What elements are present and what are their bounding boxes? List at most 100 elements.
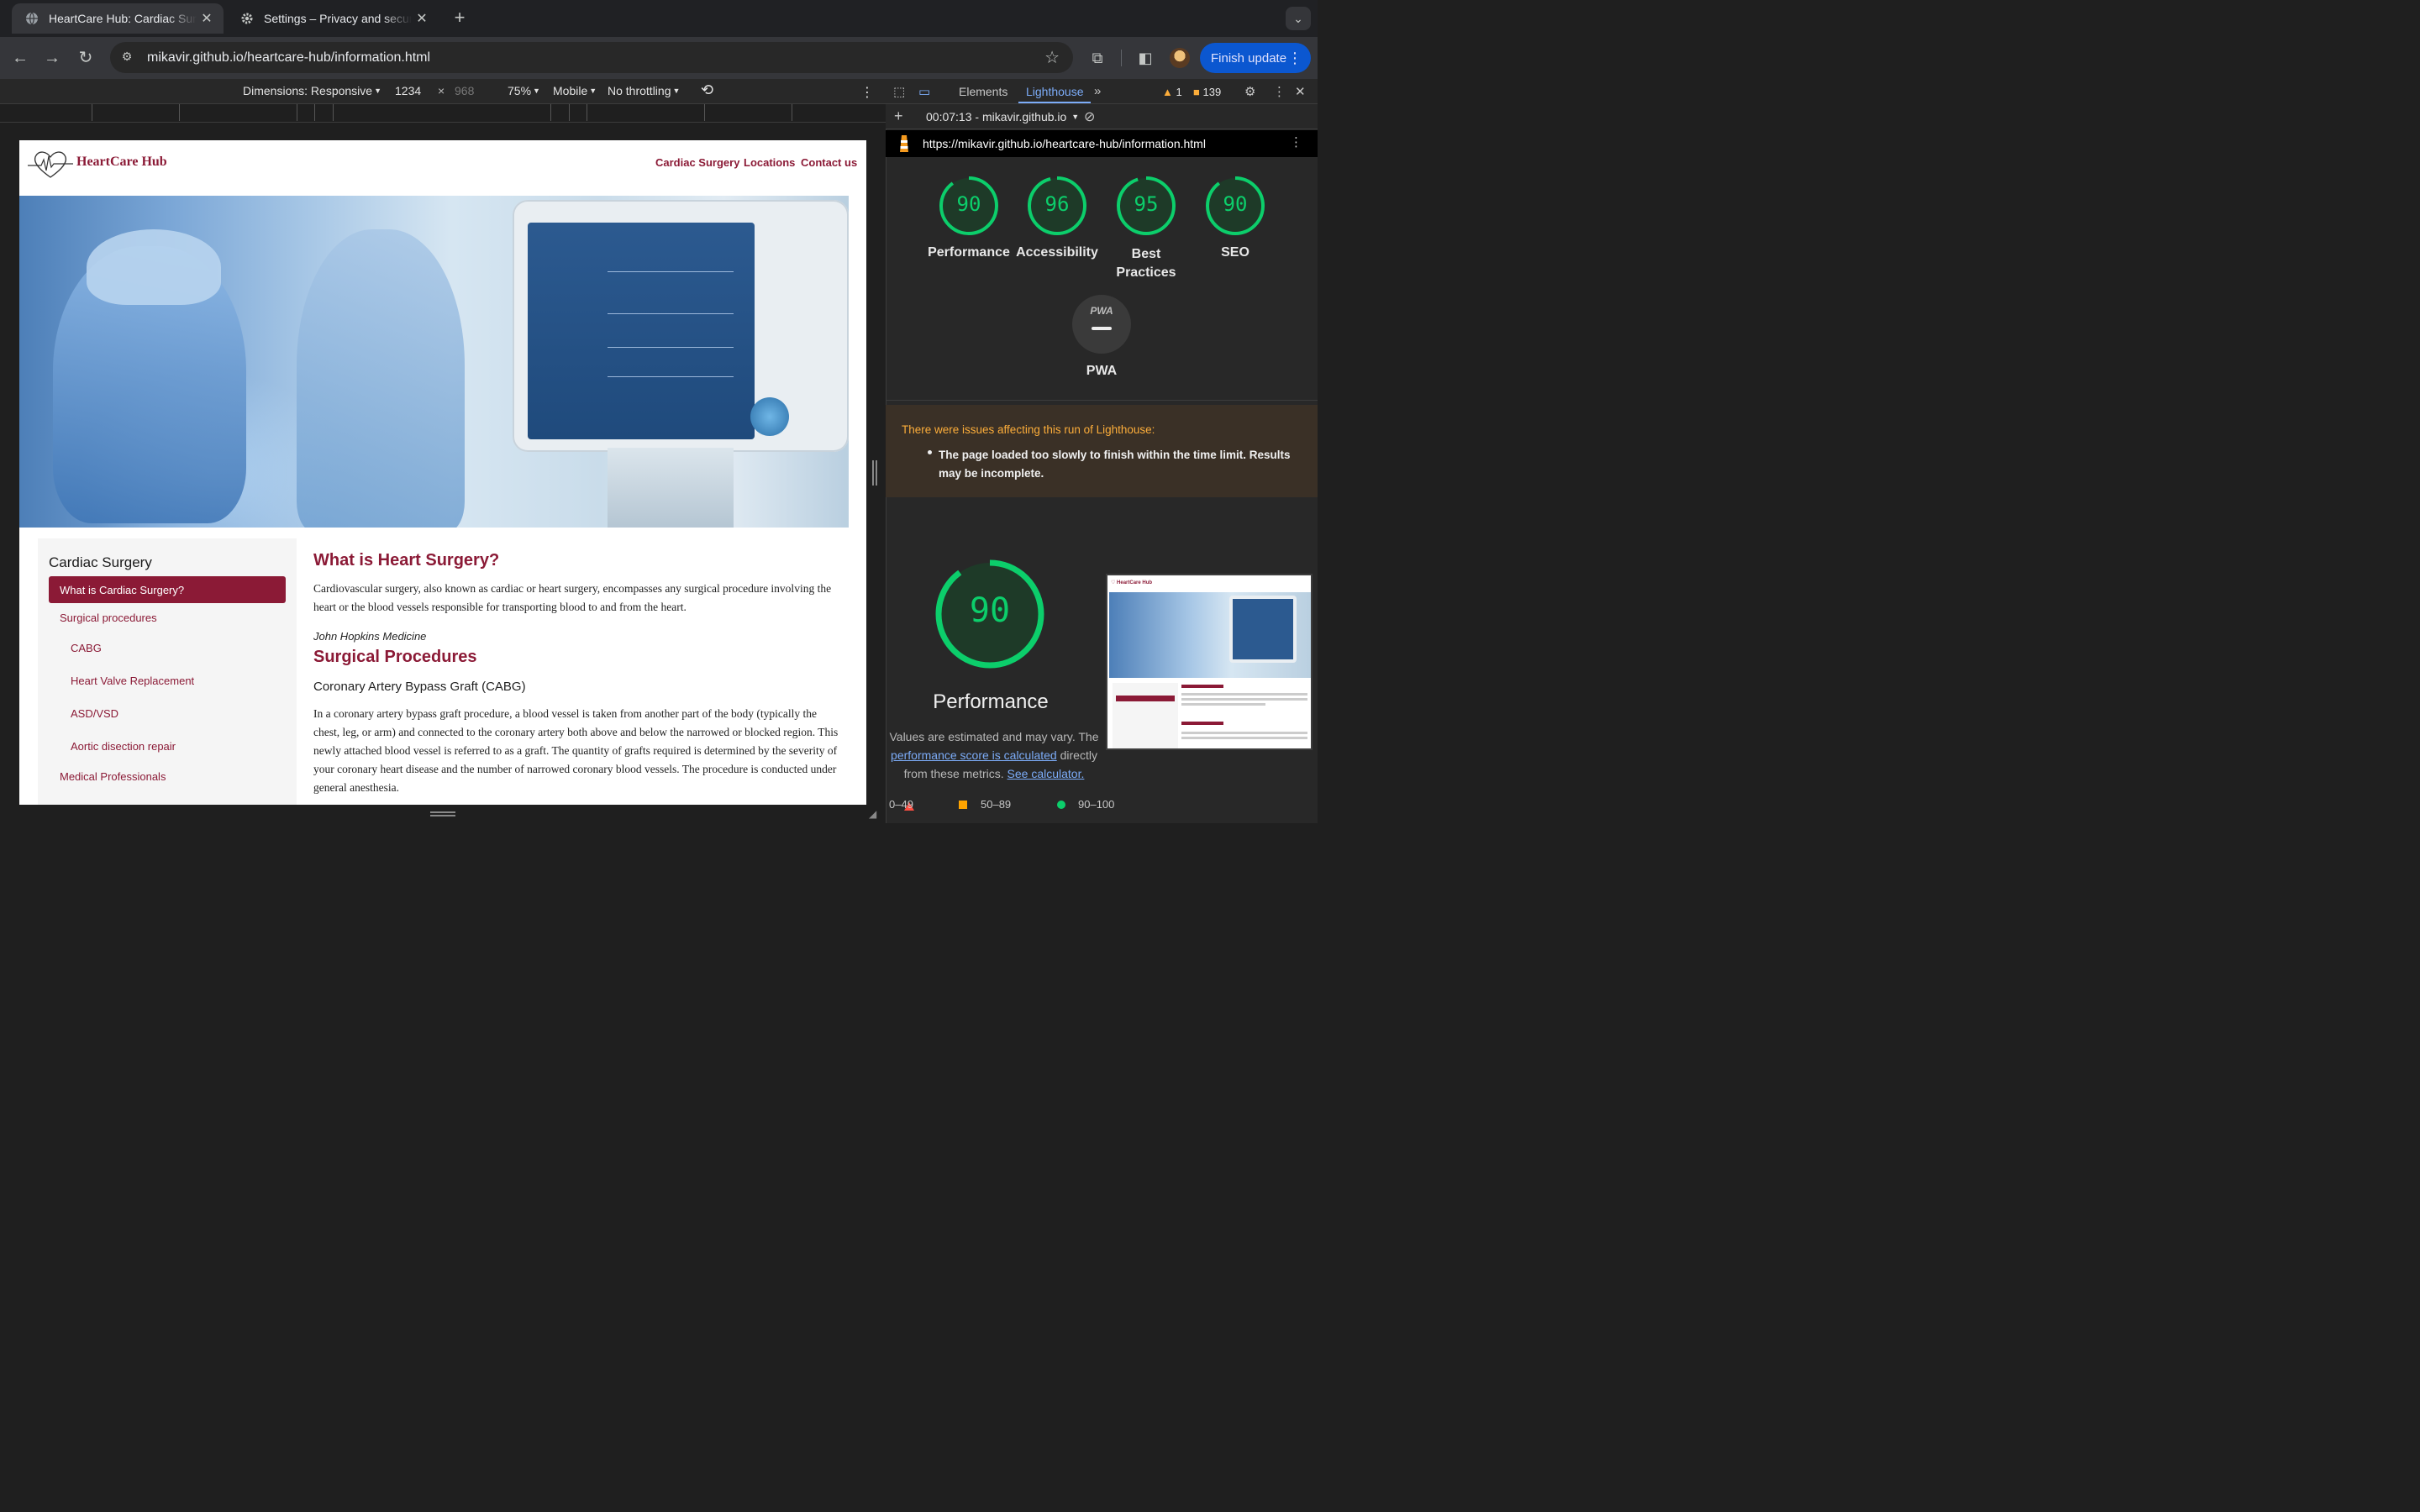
sidebar-item-asd-vsd[interactable]: ASD/VSD xyxy=(71,707,118,720)
site-brand[interactable]: HeartCare Hub xyxy=(76,155,167,170)
tab-heartcare[interactable]: HeartCare Hub: Cardiac Surgery ✕ xyxy=(12,3,224,34)
zoom-select[interactable]: 75% ▼ xyxy=(508,84,540,97)
tab-settings[interactable]: Settings – Privacy and security ✕ xyxy=(227,3,439,34)
nav-link-contact[interactable]: Contact us xyxy=(801,156,857,169)
new-tab-icon[interactable]: + xyxy=(450,8,469,27)
score-value: 90 xyxy=(956,192,981,216)
score-label: Best Practices xyxy=(1116,247,1176,280)
pwa-label: PWA xyxy=(1086,364,1118,378)
page-screenshot-thumbnail[interactable]: ♡ HeartCare Hub xyxy=(1106,574,1313,750)
bullet-icon xyxy=(928,450,932,454)
issue-icon: ■ xyxy=(1193,86,1200,98)
more-vert-icon[interactable]: ⋮ xyxy=(1273,84,1286,99)
media-query-ruler xyxy=(0,104,886,123)
tab-elements[interactable]: Elements xyxy=(959,85,1007,98)
score-calculated-link[interactable]: performance score is calculated xyxy=(891,748,1057,762)
inspect-icon[interactable]: ⬚ xyxy=(893,84,905,99)
avatar[interactable] xyxy=(1170,48,1190,68)
tab-search-icon[interactable]: ⌄ xyxy=(1286,7,1311,30)
forward-arrow-icon[interactable]: → xyxy=(41,47,63,69)
caret-down-icon: ▼ xyxy=(672,87,681,95)
nav-link-cardiac-surgery[interactable]: Cardiac Surgery xyxy=(655,156,739,169)
extensions-icon[interactable]: ⧉ xyxy=(1088,49,1107,67)
site-info-icon[interactable]: ⚙ xyxy=(118,50,135,66)
score-label: SEO xyxy=(1221,245,1249,260)
width-input[interactable]: 1234 xyxy=(395,84,421,97)
close-icon[interactable]: ✕ xyxy=(412,10,432,27)
more-vert-icon[interactable]: ⋮ xyxy=(860,84,874,101)
pwa-dash-icon xyxy=(1092,327,1112,330)
device-toggle-icon[interactable]: ▭ xyxy=(918,84,930,99)
score-label: Accessibility xyxy=(1016,245,1098,260)
report-url[interactable]: https://mikavir.github.io/heartcare-hub/… xyxy=(923,137,1206,150)
active-tab-indicator xyxy=(1018,102,1091,103)
article-citation: John Hopkins Medicine xyxy=(313,630,427,643)
throttling-label: No throttling xyxy=(608,84,671,97)
report-select-label: 00:07:13 - mikavir.github.io xyxy=(926,110,1067,123)
ruler-tick xyxy=(179,104,180,121)
sidebar-item-aortic[interactable]: Aortic disection repair xyxy=(71,740,176,753)
pass-circle-icon xyxy=(1057,801,1065,809)
issues-count: 139 xyxy=(1202,86,1222,98)
zoom-label: 75% xyxy=(508,84,532,97)
more-tabs-icon[interactable]: » xyxy=(1094,84,1101,98)
legend-average: 50–89 xyxy=(981,798,1012,811)
issues-title: There were issues affecting this run of … xyxy=(902,423,1155,436)
height-input[interactable]: 968 xyxy=(455,84,474,97)
performance-note: Values are estimated and may vary. The p… xyxy=(886,727,1102,783)
tab-title: Settings – Privacy and security xyxy=(264,12,412,25)
more-vert-icon: ⋮ xyxy=(1287,49,1302,66)
corner-resize-icon[interactable]: ◢ xyxy=(869,808,876,820)
sidebar-item-cabg[interactable]: CABG xyxy=(71,642,102,654)
report-select[interactable]: 00:07:13 - mikavir.github.io ▼ xyxy=(926,110,1079,123)
reload-icon[interactable]: ↻ xyxy=(75,47,97,69)
device-type-label: Mobile xyxy=(553,84,588,97)
globe-icon xyxy=(25,12,39,25)
close-devtools-icon[interactable]: ✕ xyxy=(1295,84,1306,99)
sidebar-item-surgical-procedures[interactable]: Surgical procedures xyxy=(60,612,157,624)
score-value: 90 xyxy=(1223,192,1248,216)
dimensions-select[interactable]: Dimensions: Responsive ▼ xyxy=(243,84,381,97)
back-arrow-icon[interactable]: ← xyxy=(9,47,31,69)
pwa-badge[interactable] xyxy=(1072,295,1131,354)
caret-down-icon: ▼ xyxy=(533,87,540,95)
heart-logo-icon xyxy=(28,149,73,179)
resize-grip-icon[interactable] xyxy=(430,811,455,816)
throttling-select[interactable]: No throttling ▼ xyxy=(608,84,680,97)
star-icon[interactable]: ☆ xyxy=(1044,47,1060,68)
sidebar-item-medical-professionals[interactable]: Medical Professionals xyxy=(60,770,166,783)
close-icon[interactable]: ✕ xyxy=(197,10,217,27)
issues-badge[interactable]: ■ 139 xyxy=(1193,86,1221,98)
resize-handle-icon[interactable] xyxy=(872,460,877,486)
tab-lighthouse[interactable]: Lighthouse xyxy=(1026,85,1084,98)
times-icon: × xyxy=(438,84,445,97)
ruler-tick xyxy=(314,104,315,121)
clear-icon[interactable]: ⊘ xyxy=(1084,108,1095,125)
caret-down-icon: ▼ xyxy=(1071,113,1080,121)
nav-link-locations[interactable]: Locations xyxy=(744,156,795,169)
address-text: mikavir.github.io/heartcare-hub/informat… xyxy=(147,50,431,65)
score-value: 96 xyxy=(1044,192,1070,216)
legend-fail: 0–49 xyxy=(889,798,913,811)
warnings-badge[interactable]: ▲ 1 xyxy=(1162,86,1182,98)
ruler-tick xyxy=(569,104,570,121)
side-panel-icon[interactable]: ◧ xyxy=(1136,49,1155,67)
device-type-select[interactable]: Mobile ▼ xyxy=(553,84,597,97)
see-calculator-link[interactable]: See calculator. xyxy=(1007,767,1085,780)
sidebar-item-heart-valve[interactable]: Heart Valve Replacement xyxy=(71,675,194,687)
score-label: Performance xyxy=(928,245,1010,260)
score-value: 95 xyxy=(1134,192,1159,216)
more-vert-icon[interactable]: ⋮ xyxy=(1290,134,1302,150)
address-bar[interactable]: ⚙ mikavir.github.io/heartcare-hub/inform… xyxy=(110,42,1073,73)
finish-update-button[interactable]: Finish update ⋮ xyxy=(1200,43,1311,73)
gear-icon xyxy=(240,12,254,25)
rotate-icon[interactable]: ⟲ xyxy=(701,81,713,99)
sidebar-item-what-is-cardiac-surgery[interactable]: What is Cardiac Surgery? xyxy=(49,576,286,603)
warning-icon: ▲ xyxy=(1162,86,1173,98)
finish-update-label: Finish update xyxy=(1211,50,1287,66)
settings-gear-icon[interactable]: ⚙ xyxy=(1244,84,1255,99)
sidebar-title: Cardiac Surgery xyxy=(49,554,152,570)
caret-down-icon: ▼ xyxy=(374,87,381,95)
add-report-icon[interactable]: + xyxy=(894,108,903,125)
issues-item: The page loaded too slowly to finish wit… xyxy=(939,449,1291,480)
